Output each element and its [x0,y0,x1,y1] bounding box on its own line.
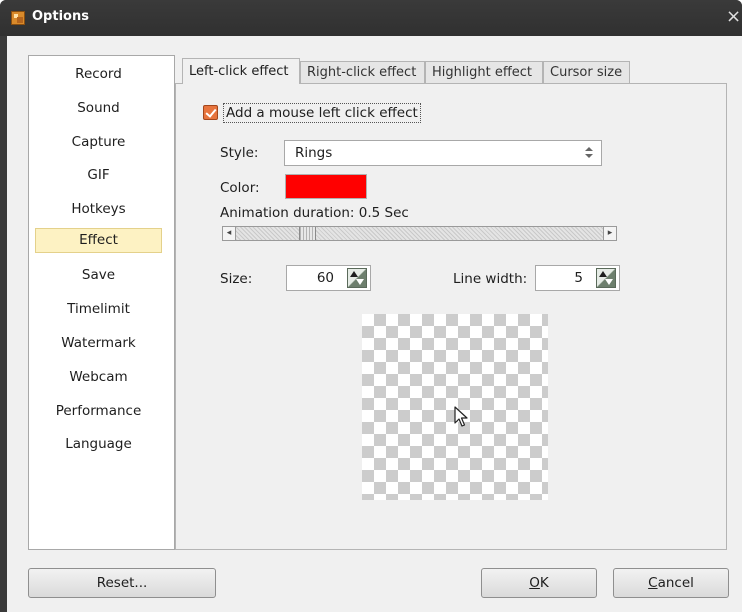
tab-right-click-effect[interactable]: Right-click effect [300,61,425,83]
tab-cursor-size[interactable]: Cursor size [543,61,630,83]
style-value: Rings [295,145,333,161]
cancel-accelerator: C [648,575,658,591]
color-label: Color: [220,180,260,196]
line-width-label: Line width: [453,271,528,287]
sidebar-item-language[interactable]: Language [35,432,162,457]
spin-arrows-icon[interactable] [596,268,616,288]
effect-preview[interactable] [362,314,548,500]
sidebar-item-webcam[interactable]: Webcam [35,365,162,390]
spin-arrows-icon[interactable] [347,268,367,288]
style-select[interactable]: Rings [284,140,602,166]
sidebar-item-gif[interactable]: GIF [35,163,162,188]
size-label: Size: [220,271,253,287]
ok-label: K [539,575,549,591]
size-spinner[interactable]: 60 [286,265,371,291]
left-click-effect-content: Add a mouse left click effect Style: Rin… [175,83,727,550]
tab-left-click-effect[interactable]: Left-click effect [182,58,300,84]
cancel-button[interactable]: Cancel [613,568,729,598]
sidebar-item-capture[interactable]: Capture [35,130,162,155]
sidebar-item-save[interactable]: Save [35,263,162,288]
size-value: 60 [316,270,334,286]
color-swatch[interactable] [285,174,367,199]
sidebar-item-record[interactable]: Record [35,62,162,87]
app-icon [11,11,25,25]
add-effect-label[interactable]: Add a mouse left click effect [223,103,421,123]
title-bar[interactable]: Options × [0,0,742,36]
sidebar-item-performance[interactable]: Performance [35,399,162,424]
animation-duration-label: Animation duration: 0.5 Sec [220,205,409,221]
line-width-spinner[interactable]: 5 [535,265,620,291]
ok-accelerator: O [529,575,540,591]
animation-duration-slider[interactable]: ◂ ▸ [222,226,617,241]
reset-button[interactable]: Reset... [28,568,216,598]
sidebar-item-sound[interactable]: Sound [35,96,162,121]
sidebar-item-watermark[interactable]: Watermark [35,331,162,356]
line-width-value: 5 [574,270,583,286]
ok-button[interactable]: OK [481,568,597,598]
mouse-cursor-icon [454,406,468,427]
dialog-body: Record Sound Capture GIF Hotkeys Effect … [7,36,742,612]
style-label: Style: [220,145,259,161]
slider-right-icon[interactable]: ▸ [603,227,616,240]
options-window: Options × Record Sound Capture GIF Hotke… [0,0,742,612]
close-icon[interactable]: × [726,6,742,28]
category-list: Record Sound Capture GIF Hotkeys Effect … [28,55,175,550]
slider-left-icon[interactable]: ◂ [223,227,236,240]
add-effect-checkbox[interactable] [203,105,218,120]
effect-panel: Left-click effect Right-click effect Hig… [175,54,727,551]
sidebar-item-hotkeys[interactable]: Hotkeys [35,197,162,222]
sidebar-item-effect[interactable]: Effect [35,228,162,253]
cancel-label: ancel [657,575,694,591]
tab-highlight-effect[interactable]: Highlight effect [425,61,543,83]
slider-thumb[interactable] [299,227,316,240]
select-arrows-icon [585,145,593,161]
window-title: Options [32,9,89,24]
sidebar-item-timelimit[interactable]: Timelimit [35,297,162,322]
